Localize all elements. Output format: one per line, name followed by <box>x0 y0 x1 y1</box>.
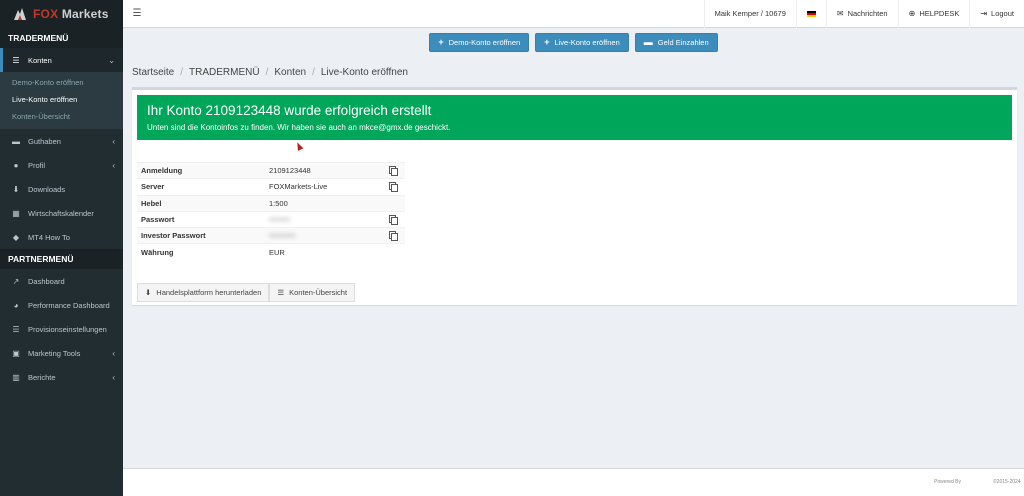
section-header-partner: PARTNERMENÜ <box>0 249 123 269</box>
footer: Powered By ©2015-2024 <box>123 468 1024 496</box>
account-created-box: Ihr Konto 2109123448 wurde erfolgreich e… <box>132 87 1017 305</box>
submenu-item-konten-uebersicht[interactable]: Konten-Übersicht <box>0 108 123 125</box>
section-header-trader: TRADERMENÜ <box>0 28 123 48</box>
submenu-item-demo-konto[interactable]: Demo-Konto eröffnen <box>0 74 123 91</box>
chevron-left-icon: ‹ <box>112 160 115 170</box>
download-platform-button[interactable]: ⬇ Handelsplattform herunterladen <box>137 283 270 302</box>
list-icon: ☰ <box>12 324 20 334</box>
table-row: Anmeldung 2109123448 <box>137 161 405 179</box>
logo-text: FOX Markets <box>33 7 109 21</box>
breadcrumb-separator: / <box>265 67 269 78</box>
chevron-left-icon: ‹ <box>112 348 115 358</box>
table-row: Passwort •••••••• <box>137 210 405 228</box>
download-icon: ⬇ <box>145 288 152 297</box>
submenu-item-live-konto[interactable]: Live-Konto eröffnen <box>0 91 123 108</box>
logout-link[interactable]: ⇥ Logout <box>969 0 1024 28</box>
plus-icon: + <box>544 37 550 47</box>
copy-icon[interactable] <box>389 165 398 176</box>
download-icon: ⬇ <box>12 184 20 194</box>
live-konto-button[interactable]: + Live-Konto eröffnen <box>535 32 629 52</box>
investor-password-value-blurred: •••••••••• <box>269 231 296 241</box>
credit-card-icon: ▬ <box>12 136 20 146</box>
hamburger-menu-icon[interactable]: ☰ <box>125 0 149 28</box>
konten-submenu: Demo-Konto eröffnen Live-Konto eröffnen … <box>0 72 123 129</box>
demo-konto-button[interactable]: + Demo-Konto eröffnen <box>429 32 530 52</box>
table-row: Investor Passwort •••••••••• <box>137 227 405 244</box>
chevron-left-icon: ‹ <box>112 372 115 382</box>
powered-by: Powered By <box>934 479 961 485</box>
breadcrumb-tradermenu[interactable]: TRADERMENÜ <box>189 67 260 78</box>
breadcrumb: Startseite / TRADERMENÜ / Konten / Live-… <box>132 67 408 78</box>
envelope-icon: ✉ <box>836 9 844 18</box>
sidebar-item-profil[interactable]: ● Profil ‹ <box>0 153 123 177</box>
tag-icon: ◆ <box>12 232 20 242</box>
copy-icon[interactable] <box>389 214 398 225</box>
fox-logo-icon <box>10 4 30 24</box>
alert-text: Unten sind die Kontoinfos zu finden. Wir… <box>147 123 451 132</box>
copy-icon[interactable] <box>389 230 398 241</box>
plus-icon: + <box>438 37 444 47</box>
bottom-button-group: ⬇ Handelsplattform herunterladen ☰ Konte… <box>137 283 356 302</box>
table-row: Hebel 1:500 <box>137 194 405 212</box>
table-row: Währung EUR <box>137 243 405 261</box>
user-icon: ● <box>13 160 19 170</box>
list-icon: ☰ <box>12 55 20 65</box>
sidebar-item-berichte[interactable]: ▥ Berichte ‹ <box>0 365 123 389</box>
action-bar: + Demo-Konto eröffnen + Live-Konto eröff… <box>123 28 1024 56</box>
bar-chart-icon: ▥ <box>12 372 20 382</box>
logo[interactable]: FOX Markets <box>0 0 123 28</box>
breadcrumb-current: Live-Konto eröffnen <box>320 67 408 78</box>
breadcrumb-startseite[interactable]: Startseite <box>132 67 174 78</box>
sidebar-item-provisionseinstellungen[interactable]: ☰ Provisionseinstellungen <box>0 317 123 341</box>
konten-uebersicht-button[interactable]: ☰ Konten-Übersicht <box>269 283 356 302</box>
language-selector[interactable] <box>795 0 826 28</box>
chevron-left-icon: ‹ <box>112 136 115 146</box>
sign-out-icon: ⇥ <box>980 9 988 18</box>
sidebar-item-marketing-tools[interactable]: ▣ Marketing Tools ‹ <box>0 341 123 365</box>
german-flag-icon <box>806 10 816 17</box>
sidebar-item-dashboard[interactable]: ↗ Dashboard <box>0 269 123 293</box>
sidebar-item-guthaben[interactable]: ▬ Guthaben ‹ <box>0 129 123 153</box>
success-alert: Ihr Konto 2109123448 wurde erfolgreich e… <box>137 95 1012 140</box>
sidebar: FOX Markets TRADERMENÜ ☰ Konten ⌄ Demo-K… <box>0 0 123 496</box>
account-info-table: Anmeldung 2109123448 Server FOXMarkets-L… <box>137 161 405 261</box>
top-navbar: ☰ Maik Kemper / 10679 ✉ Nachrichten ⊕ HE… <box>123 0 1024 28</box>
copy-icon[interactable] <box>389 181 398 192</box>
messages-link[interactable]: ✉ Nachrichten <box>825 0 898 28</box>
user-menu[interactable]: Maik Kemper / 10679 <box>703 0 796 28</box>
password-value-blurred: •••••••• <box>269 215 291 225</box>
alert-title: Ihr Konto 2109123448 wurde erfolgreich e… <box>147 103 432 118</box>
breadcrumb-separator: / <box>180 67 184 78</box>
sidebar-item-performance-dashboard[interactable]: ◕ Performance Dashboard <box>0 293 123 317</box>
briefcase-icon: ▣ <box>12 348 20 358</box>
table-row: Server FOXMarkets-Live <box>137 178 405 196</box>
credit-card-icon: ▬ <box>643 37 653 47</box>
copyright: ©2015-2024 <box>993 479 1021 485</box>
helpdesk-link[interactable]: ⊕ HELPDESK <box>897 0 970 28</box>
navbar-right: Maik Kemper / 10679 ✉ Nachrichten ⊕ HELP… <box>703 0 1024 28</box>
list-icon: ☰ <box>277 288 285 297</box>
sidebar-item-wirtschaftskalender[interactable]: ▦ Wirtschaftskalender <box>0 201 123 225</box>
pie-chart-icon: ◕ <box>13 300 19 310</box>
geld-einzahlen-button[interactable]: ▬ Geld Einzahlen <box>634 32 718 52</box>
sidebar-item-downloads[interactable]: ⬇ Downloads <box>0 177 123 201</box>
sidebar-item-konten[interactable]: ☰ Konten ⌄ <box>0 48 123 72</box>
lifebuoy-icon: ⊕ <box>908 9 916 18</box>
line-chart-icon: ↗ <box>12 276 20 286</box>
chevron-down-icon: ⌄ <box>108 55 115 65</box>
calendar-icon: ▦ <box>12 208 20 218</box>
sidebar-item-mt4-how-to[interactable]: ◆ MT4 How To <box>0 225 123 249</box>
breadcrumb-konten[interactable]: Konten <box>274 67 306 78</box>
breadcrumb-separator: / <box>312 67 315 78</box>
